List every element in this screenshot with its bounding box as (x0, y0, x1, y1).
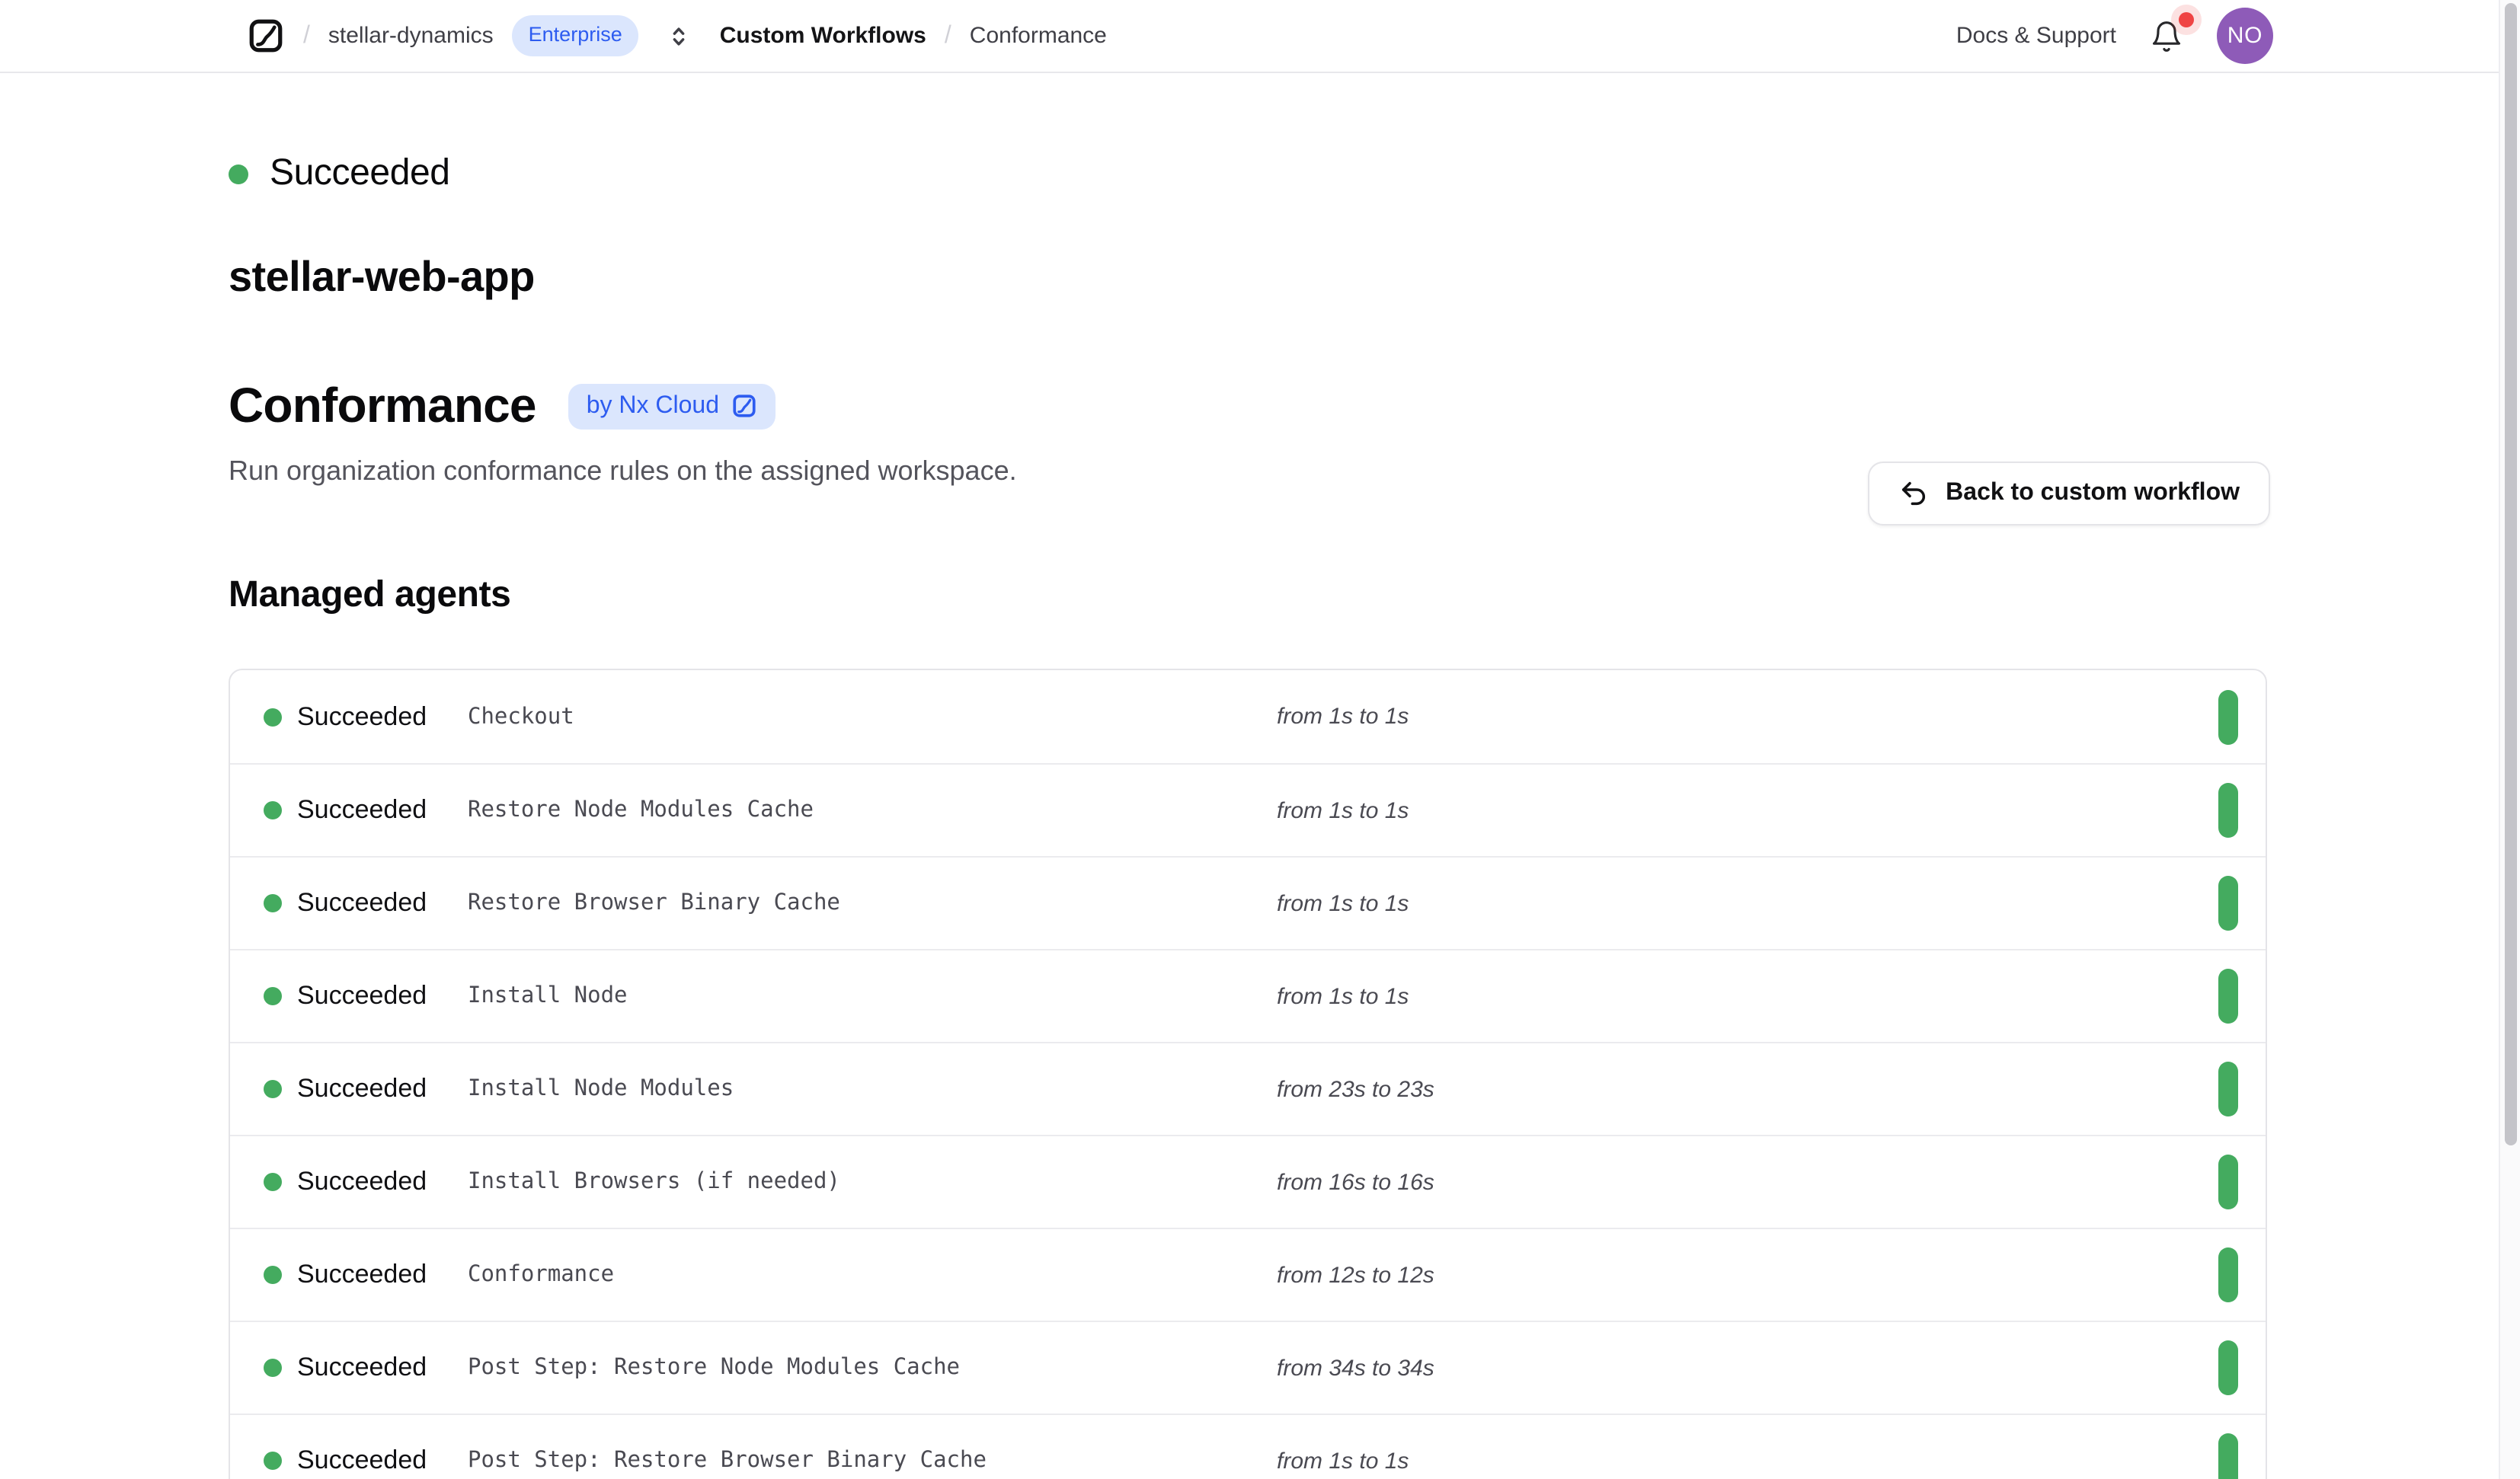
run-status: Succeeded (229, 152, 2267, 195)
step-progress-bar-icon (2218, 969, 2238, 1024)
success-dot-icon (264, 1452, 282, 1470)
step-duration: from 23s to 23s (1277, 1076, 2218, 1102)
agent-step-row[interactable]: Succeeded Conformance from 12s to 12s (230, 1228, 2266, 1321)
docs-support-link[interactable]: Docs & Support (1956, 23, 2116, 49)
managed-agents-heading: Managed agents (229, 574, 2267, 617)
step-duration: from 1s to 1s (1277, 1448, 2218, 1474)
workflow-heading-row: Conformance by Nx Cloud (229, 378, 2267, 434)
success-dot-icon (264, 708, 282, 726)
managed-agents-card: Succeeded Checkout from 1s to 1s Succeed… (229, 669, 2267, 1479)
step-status: Succeeded (297, 1074, 468, 1104)
enterprise-badge: Enterprise (512, 16, 639, 56)
step-duration: from 1s to 1s (1277, 983, 2218, 1009)
step-duration: from 12s to 12s (1277, 1262, 2218, 1288)
step-progress-bar-icon (2218, 1155, 2238, 1209)
step-status: Succeeded (297, 981, 468, 1011)
success-dot-icon (264, 1359, 282, 1377)
success-dot-icon (264, 1266, 282, 1284)
breadcrumb: / stellar-dynamics Enterprise Custom Wor… (247, 16, 1107, 56)
agent-step-row[interactable]: Succeeded Post Step: Restore Browser Bin… (230, 1414, 2266, 1479)
step-status: Succeeded (297, 1353, 468, 1383)
step-progress-bar-icon (2218, 1247, 2238, 1302)
success-dot-icon (264, 1080, 282, 1098)
nx-cloud-logo-icon[interactable] (247, 17, 285, 55)
step-name: Restore Browser Binary Cache (468, 891, 1277, 915)
agent-step-row[interactable]: Succeeded Restore Browser Binary Cache f… (230, 856, 2266, 949)
step-duration: from 1s to 1s (1277, 890, 2218, 916)
step-status: Succeeded (297, 1445, 468, 1476)
step-duration: from 1s to 1s (1277, 797, 2218, 823)
navbar-actions: Docs & Support NO (1956, 8, 2273, 64)
success-dot-icon (264, 894, 282, 912)
step-name: Install Browsers (if needed) (468, 1170, 1277, 1194)
step-progress-bar-icon (2218, 1433, 2238, 1479)
step-duration: from 16s to 16s (1277, 1169, 2218, 1195)
success-dot-icon (229, 164, 248, 184)
by-nx-cloud-label: by Nx Cloud (587, 392, 719, 420)
agent-step-row[interactable]: Succeeded Install Node from 1s to 1s (230, 949, 2266, 1042)
agent-step-row[interactable]: Succeeded Restore Node Modules Cache fro… (230, 763, 2266, 856)
success-dot-icon (264, 1173, 282, 1191)
success-dot-icon (264, 987, 282, 1005)
run-status-label: Succeeded (270, 152, 450, 195)
step-status: Succeeded (297, 701, 468, 732)
main-content: Succeeded stellar-web-app Conformance by… (0, 152, 2520, 1479)
step-status: Succeeded (297, 888, 468, 918)
step-name: Install Node (468, 984, 1277, 1008)
back-to-custom-workflow-button[interactable]: Back to custom workflow (1868, 462, 2270, 525)
step-status: Succeeded (297, 1260, 468, 1290)
breadcrumb-org[interactable]: stellar-dynamics (328, 23, 494, 49)
step-name: Post Step: Restore Browser Binary Cache (468, 1449, 1277, 1473)
step-status: Succeeded (297, 1167, 468, 1197)
agent-step-row[interactable]: Succeeded Post Step: Restore Node Module… (230, 1321, 2266, 1414)
step-duration: from 1s to 1s (1277, 704, 2218, 730)
agent-step-row[interactable]: Succeeded Install Browsers (if needed) f… (230, 1135, 2266, 1228)
workflow-title: Conformance (229, 378, 536, 434)
breadcrumb-custom-workflows[interactable]: Custom Workflows (720, 23, 926, 49)
step-progress-bar-icon (2218, 783, 2238, 838)
success-dot-icon (264, 801, 282, 819)
by-nx-cloud-badge[interactable]: by Nx Cloud (568, 383, 776, 429)
scrollbar-thumb[interactable] (2505, 3, 2517, 1145)
agent-step-row[interactable]: Succeeded Install Node Modules from 23s … (230, 1042, 2266, 1135)
step-status: Succeeded (297, 795, 468, 826)
back-button-label: Back to custom workflow (1946, 480, 2240, 507)
undo-arrow-icon (1898, 478, 1929, 509)
top-navbar: / stellar-dynamics Enterprise Custom Wor… (0, 0, 2520, 73)
nx-cloud-logo-icon (731, 393, 757, 419)
step-duration: from 34s to 34s (1277, 1355, 2218, 1381)
step-progress-bar-icon (2218, 876, 2238, 931)
step-name: Restore Node Modules Cache (468, 798, 1277, 823)
user-avatar[interactable]: NO (2217, 8, 2273, 64)
step-name: Checkout (468, 704, 1277, 729)
nx-cloud-app: / stellar-dynamics Enterprise Custom Wor… (0, 0, 2520, 1479)
breadcrumb-separator: / (303, 22, 310, 50)
breadcrumb-separator: / (945, 22, 951, 50)
breadcrumb-page: Conformance (970, 23, 1107, 49)
notification-dot-icon (2179, 11, 2194, 27)
step-progress-bar-icon (2218, 689, 2238, 744)
workspace-switcher-icon[interactable] (667, 21, 692, 51)
step-progress-bar-icon (2218, 1062, 2238, 1116)
agent-step-row[interactable]: Succeeded Checkout from 1s to 1s (230, 670, 2266, 763)
step-progress-bar-icon (2218, 1340, 2238, 1395)
step-name: Conformance (468, 1263, 1277, 1287)
scrollbar-track (2499, 0, 2520, 1479)
step-name: Install Node Modules (468, 1077, 1277, 1101)
notifications-button[interactable] (2150, 19, 2183, 53)
bell-icon (2150, 19, 2183, 53)
step-name: Post Step: Restore Node Modules Cache (468, 1356, 1277, 1380)
workspace-title: stellar-web-app (229, 253, 2267, 302)
